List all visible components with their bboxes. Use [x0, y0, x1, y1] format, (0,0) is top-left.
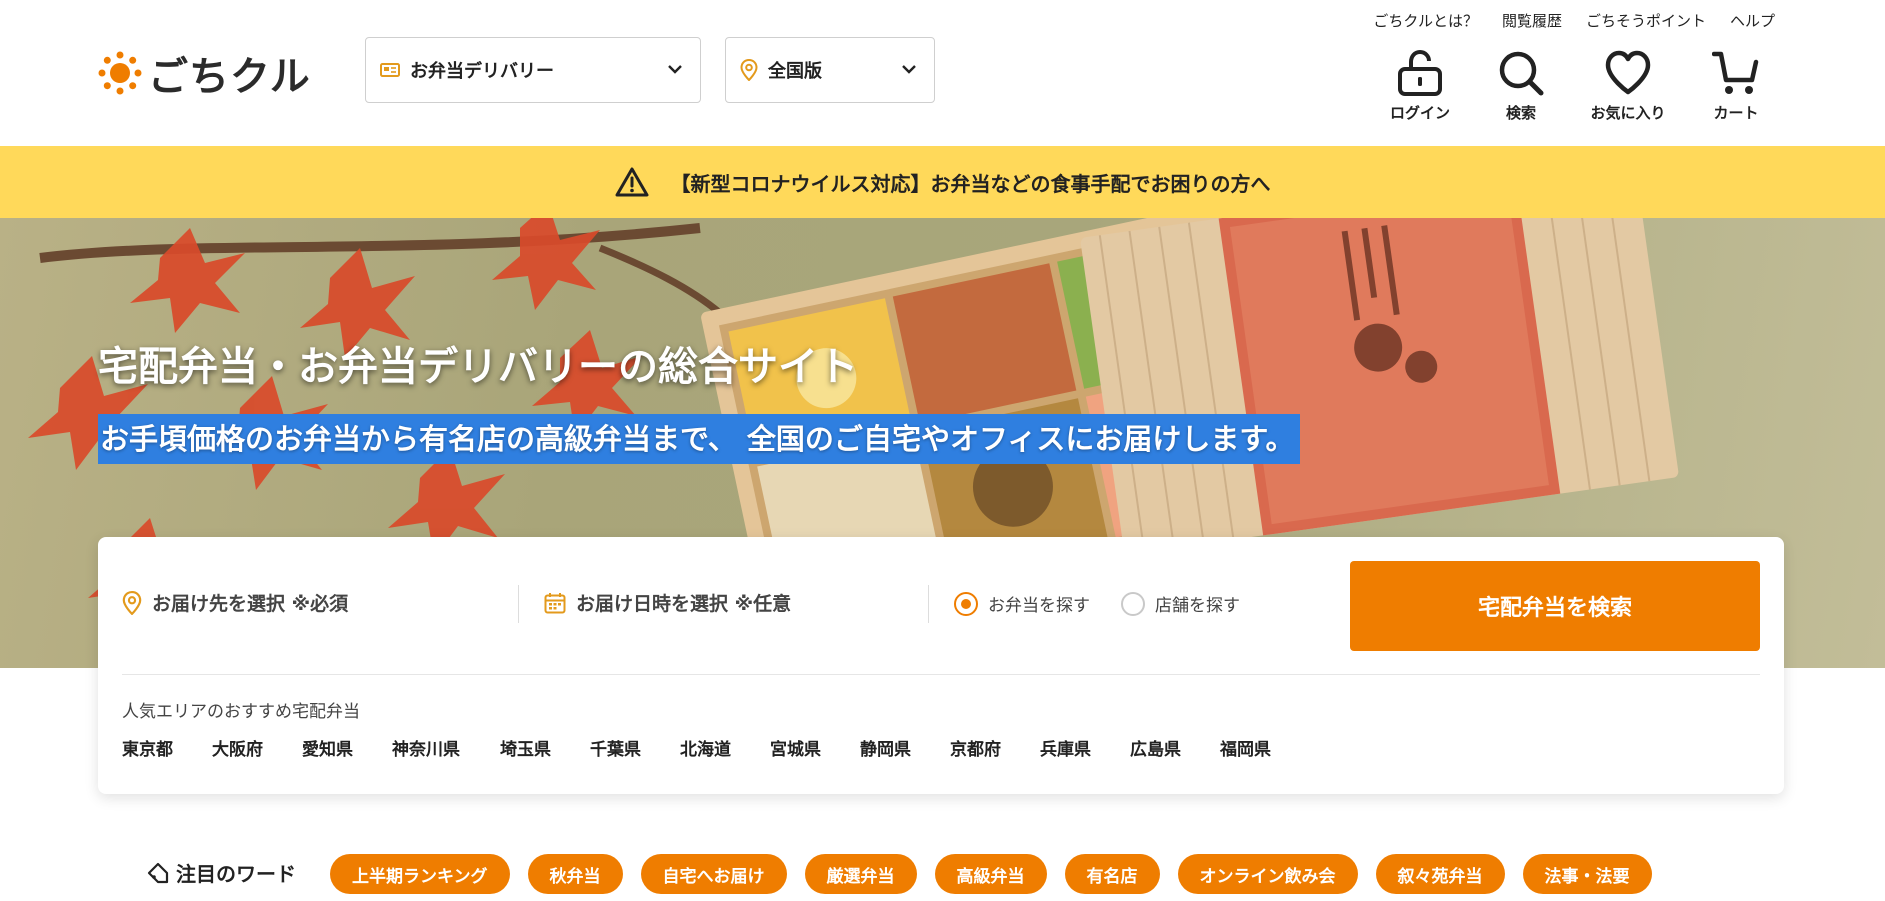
prefecture-link[interactable]: 愛知県 — [302, 735, 392, 760]
search-label: 検索 — [1505, 104, 1536, 122]
link-points[interactable]: ごちそうポイント — [1586, 10, 1706, 31]
favorites-label: お気に入り — [1590, 104, 1666, 122]
keyword-chip[interactable]: 自宅へお届け — [640, 854, 787, 894]
featured-words-heading: 注目のワード — [146, 858, 296, 887]
radio-find-bento-label: お弁当を探す — [988, 596, 1090, 616]
notice-text: 【新型コロナウイルス対応】お弁当などの食事手配でお困りの方へ — [670, 171, 1271, 196]
hero-title: 宅配弁当・お弁当デリバリーの総合サイト — [98, 344, 858, 390]
cart-icon — [1712, 51, 1759, 94]
keyword-chip[interactable]: 法事・法要 — [1522, 854, 1652, 894]
bento-card-icon — [380, 63, 400, 77]
lock-icon — [1398, 50, 1442, 96]
keyword-chip[interactable]: 秋弁当 — [527, 854, 623, 894]
cart-button[interactable]: カート — [1686, 50, 1786, 123]
search-icon — [1499, 51, 1544, 96]
keyword-chip[interactable]: 上半期ランキング — [330, 854, 510, 894]
destination-field-label: お届け先を選択 ※必須 — [152, 593, 349, 615]
datetime-field-label: お届け日時を選択 ※任意 — [576, 593, 792, 615]
location-pin-icon — [740, 59, 758, 81]
chevron-down-icon — [668, 65, 682, 74]
logo-text: ごちクル — [148, 54, 311, 100]
area-select-label: 全国版 — [768, 61, 822, 82]
search-button[interactable]: 検索 — [1471, 50, 1571, 123]
radio-selected-icon — [954, 591, 978, 616]
featured-words-label: 注目のワード — [176, 862, 296, 886]
top-links: ごちクルとは？ 閲覧履歴 ごちそうポイント ヘルプ — [1373, 10, 1775, 31]
link-history[interactable]: 閲覧履歴 — [1502, 10, 1562, 31]
search-bento-button[interactable]: 宅配弁当を検索 — [1350, 561, 1760, 651]
heart-icon — [1605, 50, 1651, 95]
area-select[interactable]: 全国版 — [725, 37, 935, 103]
keyword-chips: 上半期ランキング 秋弁当 自宅へお届け 厳選弁当 高級弁当 有名店 オンライン飲… — [330, 854, 1652, 894]
popular-area-label: 人気エリアのおすすめ宅配弁当 — [122, 702, 360, 722]
panel-divider — [122, 674, 1760, 675]
warning-icon — [615, 167, 648, 197]
prefecture-link[interactable]: 兵庫県 — [1040, 735, 1130, 760]
field-divider — [928, 585, 929, 623]
sun-logo-icon — [98, 51, 142, 95]
prefecture-link[interactable]: 福岡県 — [1220, 735, 1310, 760]
login-label: ログイン — [1389, 104, 1450, 122]
prefecture-list: 東京都 大阪府 愛知県 神奈川県 埼玉県 千葉県 北海道 宮城県 静岡県 京都府… — [122, 735, 1310, 760]
hero-subtitle: お手頃価格のお弁当から有名店の高級弁当まで、 全国のご自宅やオフィスにお届けしま… — [98, 414, 1301, 464]
calendar-icon — [544, 592, 566, 613]
keyword-chip[interactable]: 高級弁当 — [934, 854, 1047, 894]
radio-find-shop[interactable]: 店舗を探す — [1121, 591, 1240, 616]
radio-find-bento[interactable]: お弁当を探す — [954, 591, 1090, 616]
radio-unselected-icon — [1121, 591, 1145, 616]
prefecture-link[interactable]: 宮城県 — [770, 735, 860, 760]
prefecture-link[interactable]: 京都府 — [950, 735, 1040, 760]
login-button[interactable]: ログイン — [1370, 50, 1470, 123]
service-select[interactable]: お弁当デリバリー — [365, 37, 701, 103]
prefecture-link[interactable]: 東京都 — [122, 735, 212, 760]
prefecture-link[interactable]: 大阪府 — [212, 735, 302, 760]
site-header: ごちクル お弁当デリバリー 全国版 ごちクルとは？ 閲覧履歴 ごちそうポイント … — [0, 0, 1885, 146]
cart-label: カート — [1713, 104, 1759, 122]
favorites-button[interactable]: お気に入り — [1578, 50, 1678, 123]
keyword-chip[interactable]: 有名店 — [1064, 854, 1160, 894]
prefecture-link[interactable]: 千葉県 — [590, 735, 680, 760]
keyword-chip[interactable]: オンライン飲み会 — [1177, 854, 1358, 894]
link-help[interactable]: ヘルプ — [1730, 10, 1775, 31]
keyword-chip[interactable]: 厳選弁当 — [804, 854, 917, 894]
covid-notice-banner[interactable]: 【新型コロナウイルス対応】お弁当などの食事手配でお困りの方へ — [0, 146, 1885, 218]
keyword-chip[interactable]: 叙々苑弁当 — [1375, 854, 1505, 894]
search-panel: お届け先を選択 ※必須 お届け日時を選択 ※任意 お弁当を探す 店舗を探す 宅配… — [98, 537, 1784, 794]
chevron-down-icon — [902, 65, 916, 74]
location-pin-icon — [122, 590, 142, 615]
prefecture-link[interactable]: 埼玉県 — [500, 735, 590, 760]
prefecture-link[interactable]: 神奈川県 — [392, 735, 500, 760]
service-select-label: お弁当デリバリー — [410, 61, 554, 82]
site-logo[interactable]: ごちクル — [98, 44, 311, 102]
prefecture-link[interactable]: 北海道 — [680, 735, 770, 760]
prefecture-link[interactable]: 静岡県 — [860, 735, 950, 760]
destination-field[interactable]: お届け先を選択 ※必須 — [122, 589, 348, 616]
link-about[interactable]: ごちクルとは？ — [1373, 10, 1478, 31]
tag-icon — [147, 862, 169, 883]
field-divider — [518, 585, 519, 623]
datetime-field[interactable]: お届け日時を選択 ※任意 — [544, 589, 791, 616]
radio-find-shop-label: 店舗を探す — [1155, 596, 1240, 616]
prefecture-link[interactable]: 広島県 — [1130, 735, 1220, 760]
